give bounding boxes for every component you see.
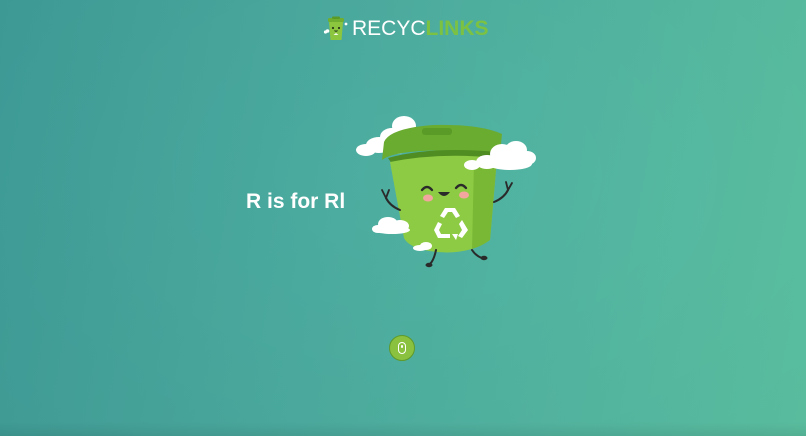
site-logo[interactable]: RECYCLINKS [322, 14, 489, 44]
logo-text-links: LINKS [425, 17, 489, 40]
bottom-shadow [0, 422, 806, 436]
hero-typing-text: R is for Rl [246, 190, 346, 213]
logo-text: RECYCLINKS [352, 14, 489, 44]
recycle-bin-mascot-illustration [356, 116, 536, 268]
logo-text-recyc: RECYC [352, 17, 426, 40]
mouse-scroll-icon [398, 342, 406, 354]
scroll-down-button[interactable] [389, 335, 415, 361]
recycle-bin-mascot-icon [323, 16, 348, 40]
